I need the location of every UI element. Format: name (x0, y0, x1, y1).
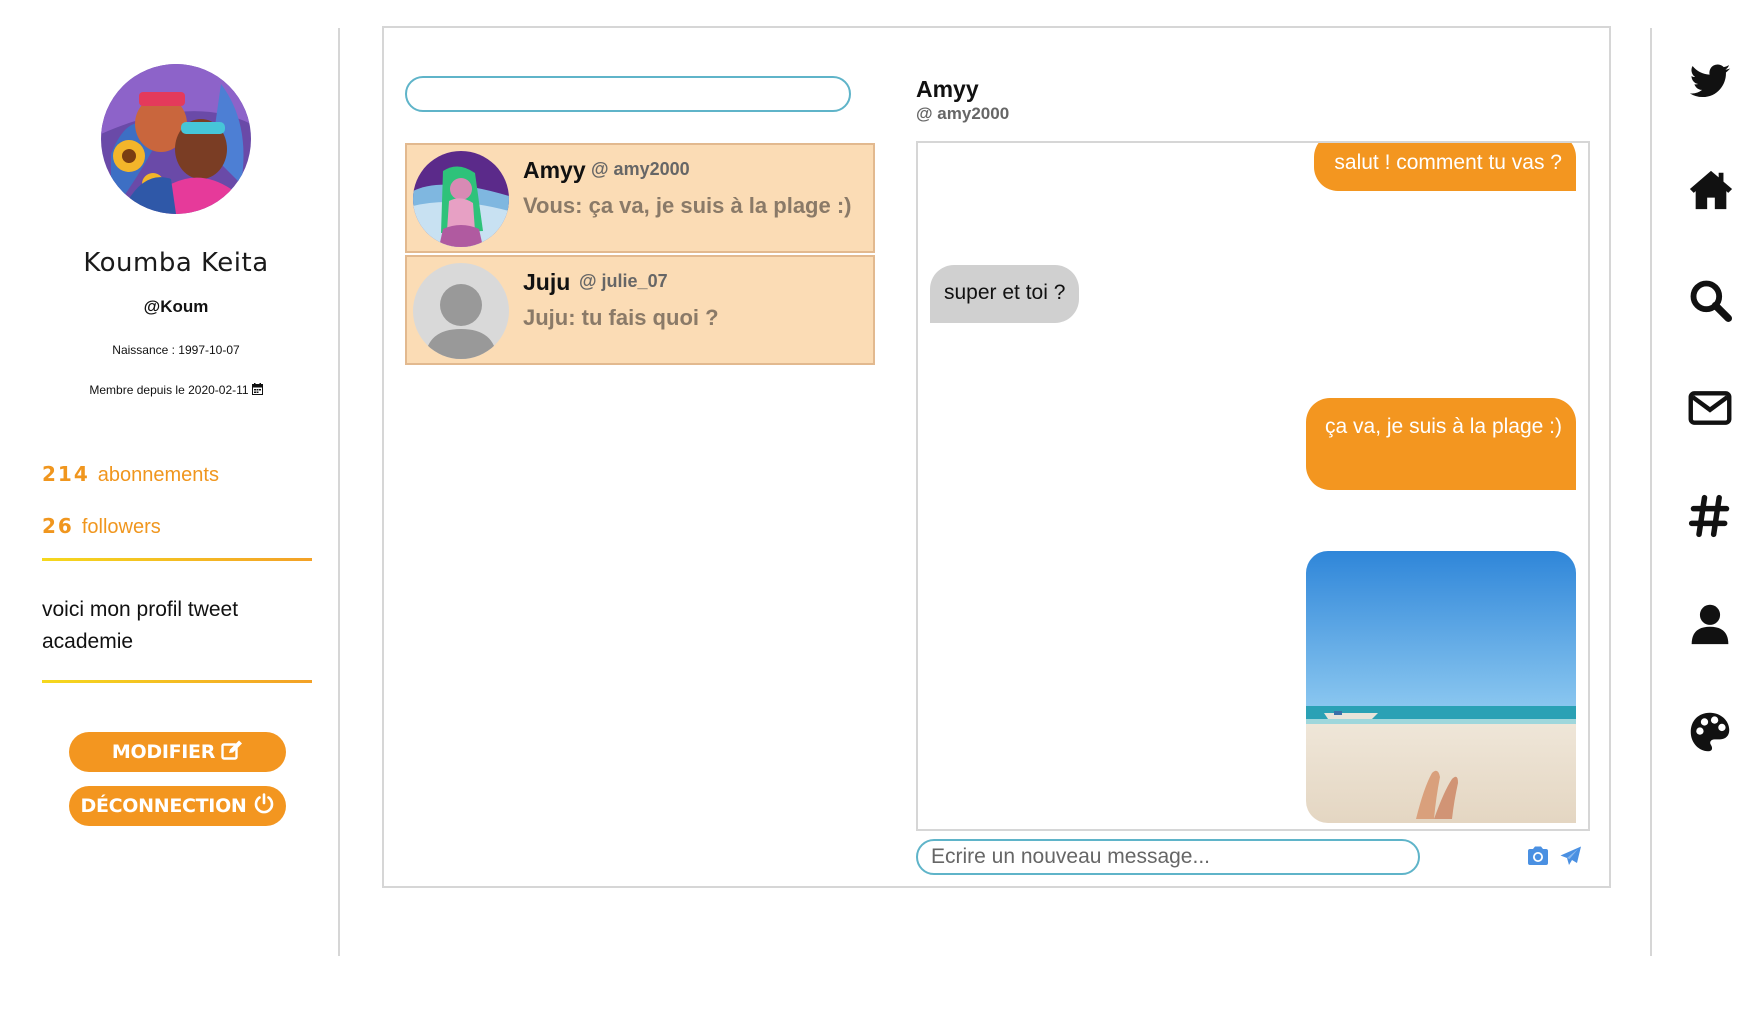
home-icon[interactable] (1688, 168, 1733, 212)
member-since-text: Membre depuis le 2020-02-11 (89, 383, 249, 397)
conversation-list: Amyy @ amy2000 Vous: ça va, je suis à la… (405, 143, 875, 367)
logout-label: DÉCONNECTION (80, 795, 247, 817)
conversation-handle: @ julie_07 (579, 271, 668, 291)
divider (42, 558, 312, 561)
conversation-item[interactable]: Juju @ julie_07 Juju: tu fais quoi ? (405, 255, 875, 365)
logout-button[interactable]: DÉCONNECTION (69, 786, 286, 826)
message-sent: ça va, je suis à la plage :) (1306, 398, 1576, 490)
power-icon (253, 792, 275, 820)
edit-icon (221, 740, 243, 765)
message-sent: salut ! comment tu vas ? (1314, 143, 1576, 191)
followers-link[interactable]: 26 followers (42, 514, 161, 539)
edit-profile-label: MODIFIER (111, 741, 216, 763)
messenger-panel: Amyy @ amy2000 Vous: ça va, je suis à la… (382, 26, 1611, 888)
profile-member-since: Membre depuis le 2020-02-11 (0, 383, 352, 398)
camera-icon[interactable] (1526, 846, 1550, 871)
twitter-icon[interactable] (1688, 60, 1732, 104)
edit-profile-button[interactable]: MODIFIER (69, 732, 286, 772)
chat-contact-name: Amyy (916, 76, 979, 102)
conversation-search-input[interactable] (405, 76, 851, 112)
send-icon[interactable] (1560, 846, 1582, 871)
conversation-name: Amyy (523, 157, 586, 183)
search-icon[interactable] (1688, 278, 1732, 322)
conversation-handle: @ amy2000 (591, 159, 690, 179)
beach-photo-message[interactable] (1306, 551, 1576, 823)
followers-label: followers (81, 516, 161, 538)
palette-icon[interactable] (1688, 710, 1732, 754)
avatar (413, 151, 509, 247)
user-icon[interactable] (1688, 602, 1732, 646)
main-navigation (1650, 28, 1762, 956)
following-link[interactable]: 214 abonnements (42, 462, 219, 487)
conversation-preview: Juju: tu fais quoi ? (523, 305, 719, 330)
page: Koumba Keita @Koum Naissance : 1997-10-0… (0, 0, 1762, 1028)
mail-icon[interactable] (1688, 386, 1732, 430)
hashtag-icon[interactable] (1688, 494, 1732, 538)
profile-sidebar: Koumba Keita @Koum Naissance : 1997-10-0… (0, 28, 340, 956)
profile-bio: voici mon profil tweet academie (42, 598, 239, 653)
following-label: abonnements (97, 464, 219, 486)
conversation-preview: Vous: ça va, je suis à la plage :) (523, 193, 852, 218)
message-received: super et toi ? (930, 265, 1080, 323)
profile-birthdate: Naissance : 1997-10-07 (112, 343, 240, 357)
calendar-icon (251, 383, 263, 398)
profile-name: Koumba Keita (83, 248, 269, 278)
chat-thread[interactable]: salut ! comment tu vas ? super et toi ? … (916, 141, 1590, 831)
profile-avatar (101, 64, 251, 214)
chat-contact-handle: @ amy2000 (916, 104, 1010, 123)
conversation-item[interactable]: Amyy @ amy2000 Vous: ça va, je suis à la… (405, 143, 875, 253)
divider (42, 680, 312, 683)
default-avatar (413, 263, 509, 359)
conversation-name: Juju (523, 269, 571, 295)
followers-count: 26 (42, 514, 74, 538)
profile-handle: @Koum (143, 297, 209, 316)
following-count: 214 (42, 462, 90, 486)
message-input[interactable] (916, 839, 1420, 875)
